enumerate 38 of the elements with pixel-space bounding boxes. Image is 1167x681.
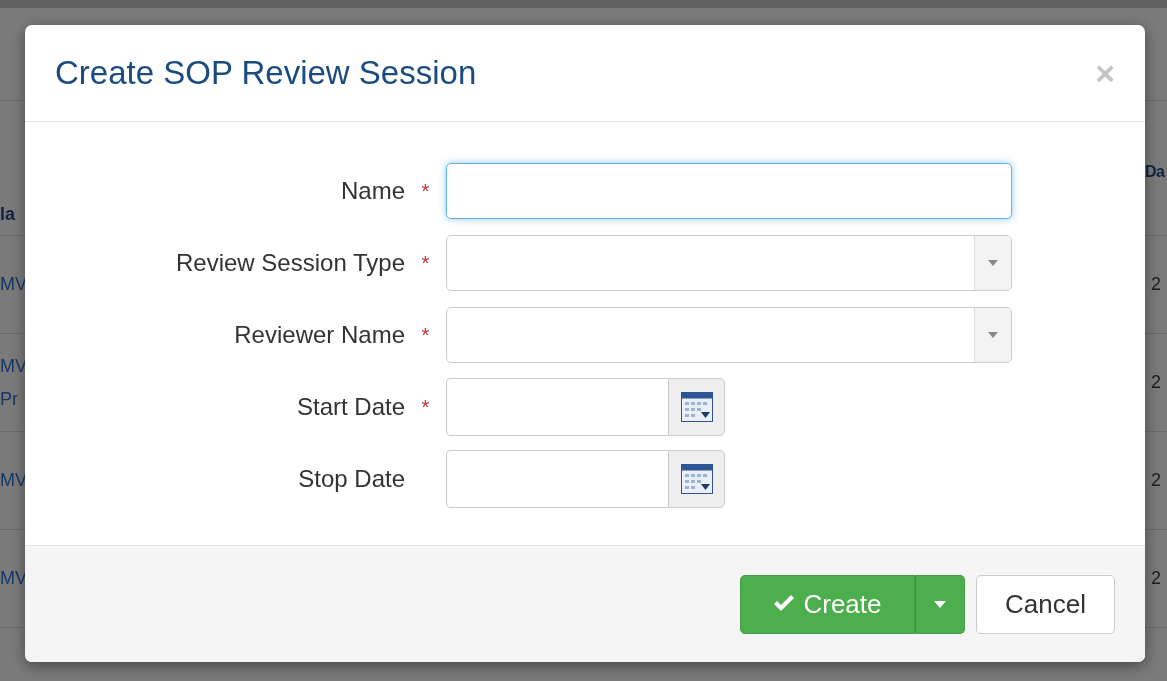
field-label: Stop Date xyxy=(297,465,405,493)
table-link[interactable]: MV xyxy=(0,470,28,491)
table-cell-text: 2 xyxy=(1151,274,1162,295)
date-input[interactable] xyxy=(446,378,668,436)
field-label: Start Date xyxy=(295,393,405,421)
required-mark: * xyxy=(420,395,431,419)
table-link[interactable]: MV xyxy=(0,568,28,589)
dropdown-field[interactable] xyxy=(446,235,1012,291)
caret-icon xyxy=(988,260,998,266)
table-cell-text: 2 xyxy=(1151,568,1162,589)
name-input[interactable] xyxy=(446,163,1012,219)
field-label: Review Session Type xyxy=(175,249,405,277)
calendar-icon xyxy=(680,392,713,422)
column-header: Da xyxy=(1145,163,1166,181)
table-cell-text: 2 xyxy=(1151,372,1162,393)
cancel-button[interactable]: Cancel xyxy=(976,574,1115,634)
date-input[interactable] xyxy=(446,450,668,508)
close-button[interactable]: × xyxy=(1095,56,1115,90)
calendar-button[interactable] xyxy=(668,450,725,508)
create-button[interactable]: Create xyxy=(740,574,915,634)
field-label: Reviewer Name xyxy=(233,321,405,349)
table-link[interactable]: Pr xyxy=(0,388,28,410)
field-label: Name xyxy=(339,177,405,205)
calendar-button[interactable] xyxy=(668,378,725,436)
dropdown-toggle[interactable] xyxy=(915,574,965,634)
caret-icon xyxy=(988,332,998,338)
required-mark: * xyxy=(420,179,431,203)
table-link[interactable]: MV xyxy=(0,274,28,295)
required-mark: * xyxy=(420,251,431,275)
checkmark-icon xyxy=(773,595,796,613)
table-cell-text: 2 xyxy=(1151,470,1162,491)
table-link[interactable]: MV xyxy=(0,355,28,377)
dialog-title: Create SOP Review Session xyxy=(55,54,477,92)
required-mark: * xyxy=(420,323,431,347)
caret-icon xyxy=(934,600,946,608)
calendar-icon xyxy=(680,464,713,494)
dropdown-field[interactable] xyxy=(446,307,1012,363)
column-header: la xyxy=(0,204,16,225)
